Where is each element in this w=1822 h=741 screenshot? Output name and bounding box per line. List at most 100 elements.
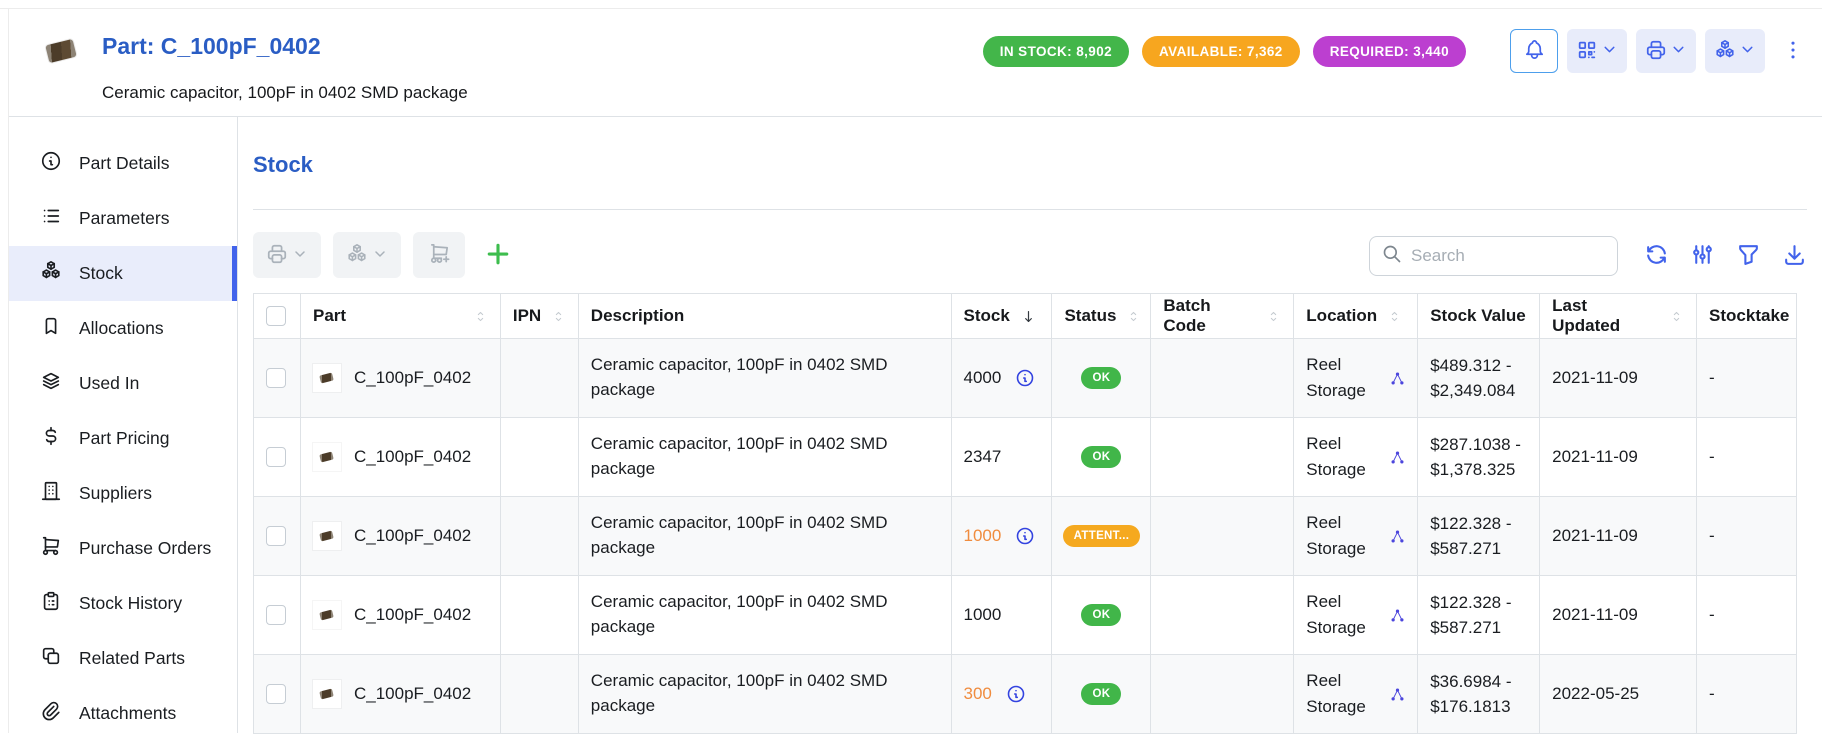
part-name-link[interactable]: C_100pF_0402 bbox=[354, 684, 471, 704]
column-header-batch_code[interactable]: Batch Code bbox=[1151, 294, 1294, 338]
stock-quantity: 1000 bbox=[964, 526, 1002, 546]
row-checkbox[interactable] bbox=[266, 605, 286, 625]
sidebar-item-used-in[interactable]: Used In bbox=[9, 356, 237, 411]
copy-icon bbox=[40, 645, 62, 672]
stock-badges: IN STOCK: 8,902AVAILABLE: 7,362REQUIRED:… bbox=[983, 36, 1466, 67]
location-link[interactable]: Reel Storage bbox=[1306, 510, 1390, 563]
select-all-checkbox[interactable] bbox=[266, 306, 286, 326]
cell-batch_code bbox=[1151, 576, 1294, 654]
stock-info-icon[interactable] bbox=[1015, 526, 1035, 546]
sort-icon[interactable] bbox=[1669, 309, 1684, 324]
search-input[interactable] bbox=[1411, 246, 1605, 266]
cell-stock_value: $122.328 - $587.271 bbox=[1418, 576, 1540, 654]
cell-stock: 1000 bbox=[952, 576, 1053, 654]
sidebar-item-suppliers[interactable]: Suppliers bbox=[9, 466, 237, 521]
row-checkbox[interactable] bbox=[266, 447, 286, 467]
capacitor-image bbox=[320, 373, 335, 384]
sidebar-item-part-pricing[interactable]: Part Pricing bbox=[9, 411, 237, 466]
location-link[interactable]: Reel Storage bbox=[1306, 589, 1390, 642]
column-settings-button[interactable] bbox=[1690, 242, 1715, 270]
sort-icon[interactable] bbox=[1126, 309, 1141, 324]
stocktake-value: - bbox=[1709, 444, 1715, 470]
barcode-actions-button[interactable] bbox=[1567, 29, 1627, 73]
status-badge: ATTENT... bbox=[1063, 525, 1141, 547]
sort-icon[interactable] bbox=[1387, 309, 1402, 324]
layers-icon bbox=[40, 370, 62, 397]
filter-button[interactable] bbox=[1736, 242, 1761, 270]
stock-quantity: 2347 bbox=[964, 447, 1002, 467]
part-name-link[interactable]: C_100pF_0402 bbox=[354, 368, 471, 388]
sidebar-item-parameters[interactable]: Parameters bbox=[9, 191, 237, 246]
kebab-menu-icon bbox=[1782, 39, 1804, 64]
last-updated-value: 2022-05-25 bbox=[1552, 681, 1639, 707]
sidebar-item-part-details[interactable]: Part Details bbox=[9, 136, 237, 191]
cell-stocktake: - bbox=[1697, 576, 1797, 654]
sidebar-item-related-parts[interactable]: Related Parts bbox=[9, 631, 237, 686]
notifications-button[interactable] bbox=[1510, 29, 1558, 73]
sidebar-item-stock-history[interactable]: Stock History bbox=[9, 576, 237, 631]
column-header-last_updated[interactable]: Last Updated bbox=[1540, 294, 1697, 338]
sidebar-item-purchase-orders[interactable]: Purchase Orders bbox=[9, 521, 237, 576]
column-header-location[interactable]: Location bbox=[1294, 294, 1418, 338]
print-actions-button[interactable] bbox=[1636, 29, 1696, 73]
last-updated-value: 2021-11-09 bbox=[1552, 365, 1638, 391]
column-label: IPN bbox=[513, 306, 541, 326]
cell-stocktake: - bbox=[1697, 497, 1797, 575]
header-right: IN STOCK: 8,902AVAILABLE: 7,362REQUIRED:… bbox=[983, 29, 1808, 73]
stocktake-value: - bbox=[1709, 681, 1715, 707]
sort-icon[interactable] bbox=[473, 309, 488, 324]
stock-operations-button[interactable] bbox=[333, 232, 401, 278]
capacitor-image bbox=[45, 39, 77, 63]
cell-select bbox=[254, 576, 301, 654]
sidebar-item-stock[interactable]: Stock bbox=[9, 246, 237, 301]
adjustments-icon bbox=[1690, 242, 1715, 270]
sitemap-icon bbox=[1390, 608, 1405, 623]
part-thumbnail[interactable] bbox=[35, 31, 87, 71]
sort-icon[interactable] bbox=[1266, 309, 1281, 324]
location-link[interactable]: Reel Storage bbox=[1306, 431, 1390, 484]
location-link[interactable]: Reel Storage bbox=[1306, 352, 1390, 405]
more-actions-button[interactable] bbox=[1778, 39, 1808, 64]
order-stock-button[interactable] bbox=[413, 232, 465, 278]
cell-stock_value: $287.1038 - $1,378.325 bbox=[1418, 418, 1540, 496]
inventree-app: { "header": { "title": "Part: C_100pF_04… bbox=[0, 0, 1822, 733]
cell-status: ATTENT... bbox=[1052, 497, 1151, 575]
refresh-button[interactable] bbox=[1644, 242, 1669, 270]
stock-table: PartIPNDescriptionStockStatusBatch CodeL… bbox=[253, 293, 1797, 734]
column-header-stock[interactable]: Stock bbox=[952, 294, 1053, 338]
chevron-down-icon bbox=[292, 246, 308, 265]
header-actions bbox=[1510, 29, 1808, 73]
stock-cubes-icon bbox=[40, 260, 62, 287]
stock-actions-button[interactable] bbox=[1705, 29, 1765, 73]
sidebar-item-allocations[interactable]: Allocations bbox=[9, 301, 237, 356]
print-stock-button[interactable] bbox=[253, 232, 321, 278]
part-name-link[interactable]: C_100pF_0402 bbox=[354, 447, 471, 467]
sort-icon[interactable] bbox=[551, 309, 566, 324]
dollar-icon bbox=[40, 425, 62, 452]
column-header-ipn[interactable]: IPN bbox=[501, 294, 579, 338]
download-button[interactable] bbox=[1782, 242, 1807, 270]
column-header-part[interactable]: Part bbox=[301, 294, 501, 338]
location-link[interactable]: Reel Storage bbox=[1306, 668, 1390, 721]
stock-quantity: 300 bbox=[964, 684, 992, 704]
column-header-status[interactable]: Status bbox=[1052, 294, 1151, 338]
stock-info-icon[interactable] bbox=[1015, 368, 1035, 388]
sidebar-item-label: Part Pricing bbox=[79, 428, 169, 449]
building-icon bbox=[40, 480, 62, 507]
add-stock-button[interactable] bbox=[483, 239, 513, 272]
part-name-link[interactable]: C_100pF_0402 bbox=[354, 526, 471, 546]
cell-stock: 300 bbox=[952, 655, 1053, 733]
stock-info-icon[interactable] bbox=[1006, 684, 1026, 704]
status-badge: OK bbox=[1081, 367, 1121, 389]
column-label: Status bbox=[1064, 306, 1116, 326]
row-checkbox[interactable] bbox=[266, 526, 286, 546]
row-checkbox[interactable] bbox=[266, 368, 286, 388]
row-checkbox[interactable] bbox=[266, 684, 286, 704]
cell-part: C_100pF_0402 bbox=[301, 655, 501, 733]
part-name-link[interactable]: C_100pF_0402 bbox=[354, 605, 471, 625]
sidebar-item-label: Attachments bbox=[79, 703, 176, 724]
part-sidebar: Part DetailsParametersStockAllocationsUs… bbox=[9, 117, 238, 733]
panel-divider bbox=[253, 209, 1807, 210]
stock-row: C_100pF_0402Ceramic capacitor, 100pF in … bbox=[254, 655, 1797, 734]
sort-desc-icon[interactable] bbox=[1020, 308, 1037, 325]
